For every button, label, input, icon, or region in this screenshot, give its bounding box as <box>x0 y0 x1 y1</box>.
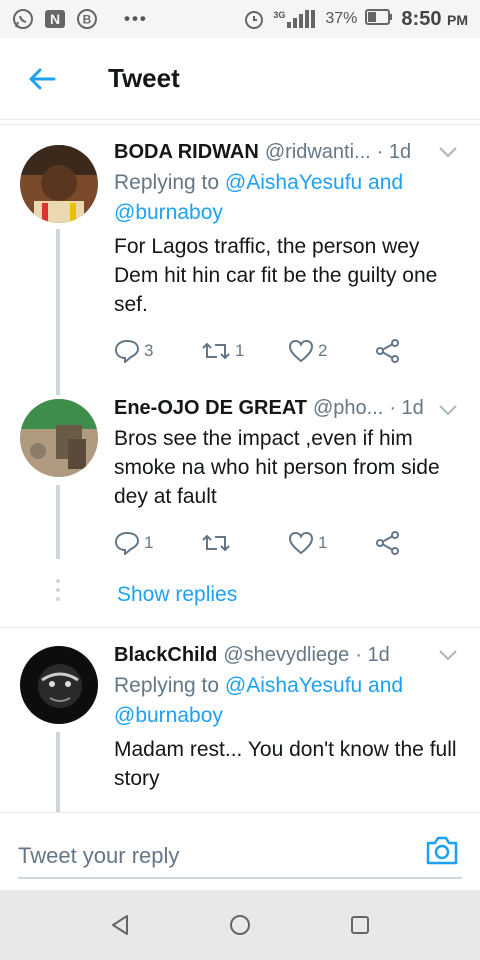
thread-line <box>56 375 60 395</box>
reply-input[interactable] <box>18 835 462 879</box>
author-name[interactable]: BlackChild <box>114 644 217 667</box>
tweet-text: Bros see the impact ,even if him smoke n… <box>114 427 440 508</box>
camera-icon <box>426 836 458 865</box>
nav-recents-button[interactable] <box>340 905 380 945</box>
retweet-count: 1 <box>235 341 245 360</box>
n-icon: N <box>44 8 66 30</box>
network-type: 3G <box>273 10 286 20</box>
tweet-time: · 1d <box>376 141 412 163</box>
page-title: Tweet <box>108 63 180 93</box>
replying-prefix: Replying to <box>114 171 225 194</box>
b-icon: B <box>76 8 98 30</box>
mention-link[interactable]: @burnaboy <box>114 201 223 224</box>
svg-text:N: N <box>50 11 60 27</box>
retweet-icon <box>202 342 230 360</box>
signal-icon: 3G <box>273 10 317 28</box>
back-button[interactable] <box>0 38 84 120</box>
tweet-actions: 3 1 2 <box>114 337 462 365</box>
alarm-icon <box>243 8 265 30</box>
replying-to: Replying to @AishaYesufu and @burnaboy <box>114 671 462 731</box>
square-recents-icon <box>351 916 369 934</box>
chevron-down-icon[interactable] <box>438 403 458 421</box>
retweet-button[interactable]: 1 <box>201 340 288 362</box>
share-icon <box>376 531 399 555</box>
tweet-thread[interactable]: BODA RIDWAN @ridwanti... · 1d Replying t… <box>0 124 480 812</box>
chevron-down-icon[interactable] <box>438 145 458 163</box>
reply-bar <box>0 812 480 890</box>
triangle-back-icon <box>112 915 128 935</box>
thread-dots <box>56 579 60 601</box>
author-name[interactable]: Ene-OJO DE GREAT <box>114 397 307 420</box>
tweet-item[interactable]: BODA RIDWAN @ridwanti... · 1d Replying t… <box>0 125 480 389</box>
mention-link[interactable]: @burnaboy <box>114 704 223 727</box>
battery-icon <box>365 8 393 30</box>
back-arrow-icon <box>29 68 56 89</box>
camera-button[interactable] <box>424 833 460 869</box>
like-button[interactable]: 2 <box>288 339 375 363</box>
clock-time: 8:50 <box>401 7 442 30</box>
system-nav-bar <box>0 890 480 960</box>
thread-line <box>56 732 60 812</box>
nav-home-button[interactable] <box>220 905 260 945</box>
retweet-button[interactable] <box>201 532 288 554</box>
avatar[interactable] <box>20 646 98 724</box>
mention-link[interactable]: @AishaYesufu and <box>225 171 403 194</box>
circle-home-icon <box>230 915 250 935</box>
nav-back-button[interactable] <box>100 905 140 945</box>
status-bar: N B ••• 3G 37% 8:50 PM <box>0 0 480 38</box>
tweet-item[interactable]: BlackChild @shevydliege · 1d Replying to… <box>0 628 480 812</box>
clock: 8:50 PM <box>401 8 468 31</box>
share-icon <box>376 339 399 363</box>
tweet-time: · 1d <box>389 397 424 419</box>
author-handle[interactable]: @pho... <box>313 397 383 420</box>
author-handle[interactable]: @ridwanti... <box>265 141 371 164</box>
thread-line <box>56 485 60 559</box>
like-button[interactable]: 1 <box>288 531 375 555</box>
clock-ampm: PM <box>447 11 468 28</box>
tweet-actions: 1 1 <box>114 529 462 557</box>
reply-icon <box>114 339 140 363</box>
like-count: 1 <box>318 533 328 552</box>
replying-to: Replying to @AishaYesufu and @burnaboy <box>114 168 462 228</box>
reply-count: 3 <box>144 341 154 360</box>
replying-prefix: Replying to <box>114 674 225 697</box>
avatar[interactable] <box>20 399 98 477</box>
thread-line <box>56 229 60 389</box>
reply-count: 1 <box>144 533 154 552</box>
tweet-item[interactable]: Ene-OJO DE GREAT @pho... · 1d Bros see t… <box>0 375 480 571</box>
author-handle[interactable]: @shevydliege <box>223 644 349 667</box>
heart-icon <box>288 339 314 363</box>
show-replies-link[interactable]: Show replies <box>117 583 237 607</box>
more-notifications-indicator: ••• <box>124 9 148 28</box>
heart-icon <box>288 531 314 555</box>
whatsapp-icon <box>12 8 34 30</box>
like-count: 2 <box>318 341 328 360</box>
reply-icon <box>114 531 140 555</box>
tweet-text: For Lagos traffic, the person wey Dem hi… <box>114 235 438 316</box>
battery-percent: 37% <box>325 10 358 27</box>
chevron-down-icon[interactable] <box>438 648 458 666</box>
retweet-icon <box>202 534 230 552</box>
show-replies[interactable]: Show replies <box>0 571 480 619</box>
share-button[interactable] <box>375 531 462 555</box>
share-button[interactable] <box>375 339 462 363</box>
tweet-text: Madam rest... You don't know the full st… <box>114 738 457 790</box>
mention-link[interactable]: @AishaYesufu and <box>225 674 403 697</box>
avatar[interactable] <box>20 145 98 223</box>
reply-button[interactable]: 1 <box>114 531 201 555</box>
author-name[interactable]: BODA RIDWAN <box>114 141 259 164</box>
tweet-time: · 1d <box>355 644 390 666</box>
app-header: Tweet <box>0 38 480 120</box>
svg-text:B: B <box>83 13 92 27</box>
reply-button[interactable]: 3 <box>114 339 201 363</box>
